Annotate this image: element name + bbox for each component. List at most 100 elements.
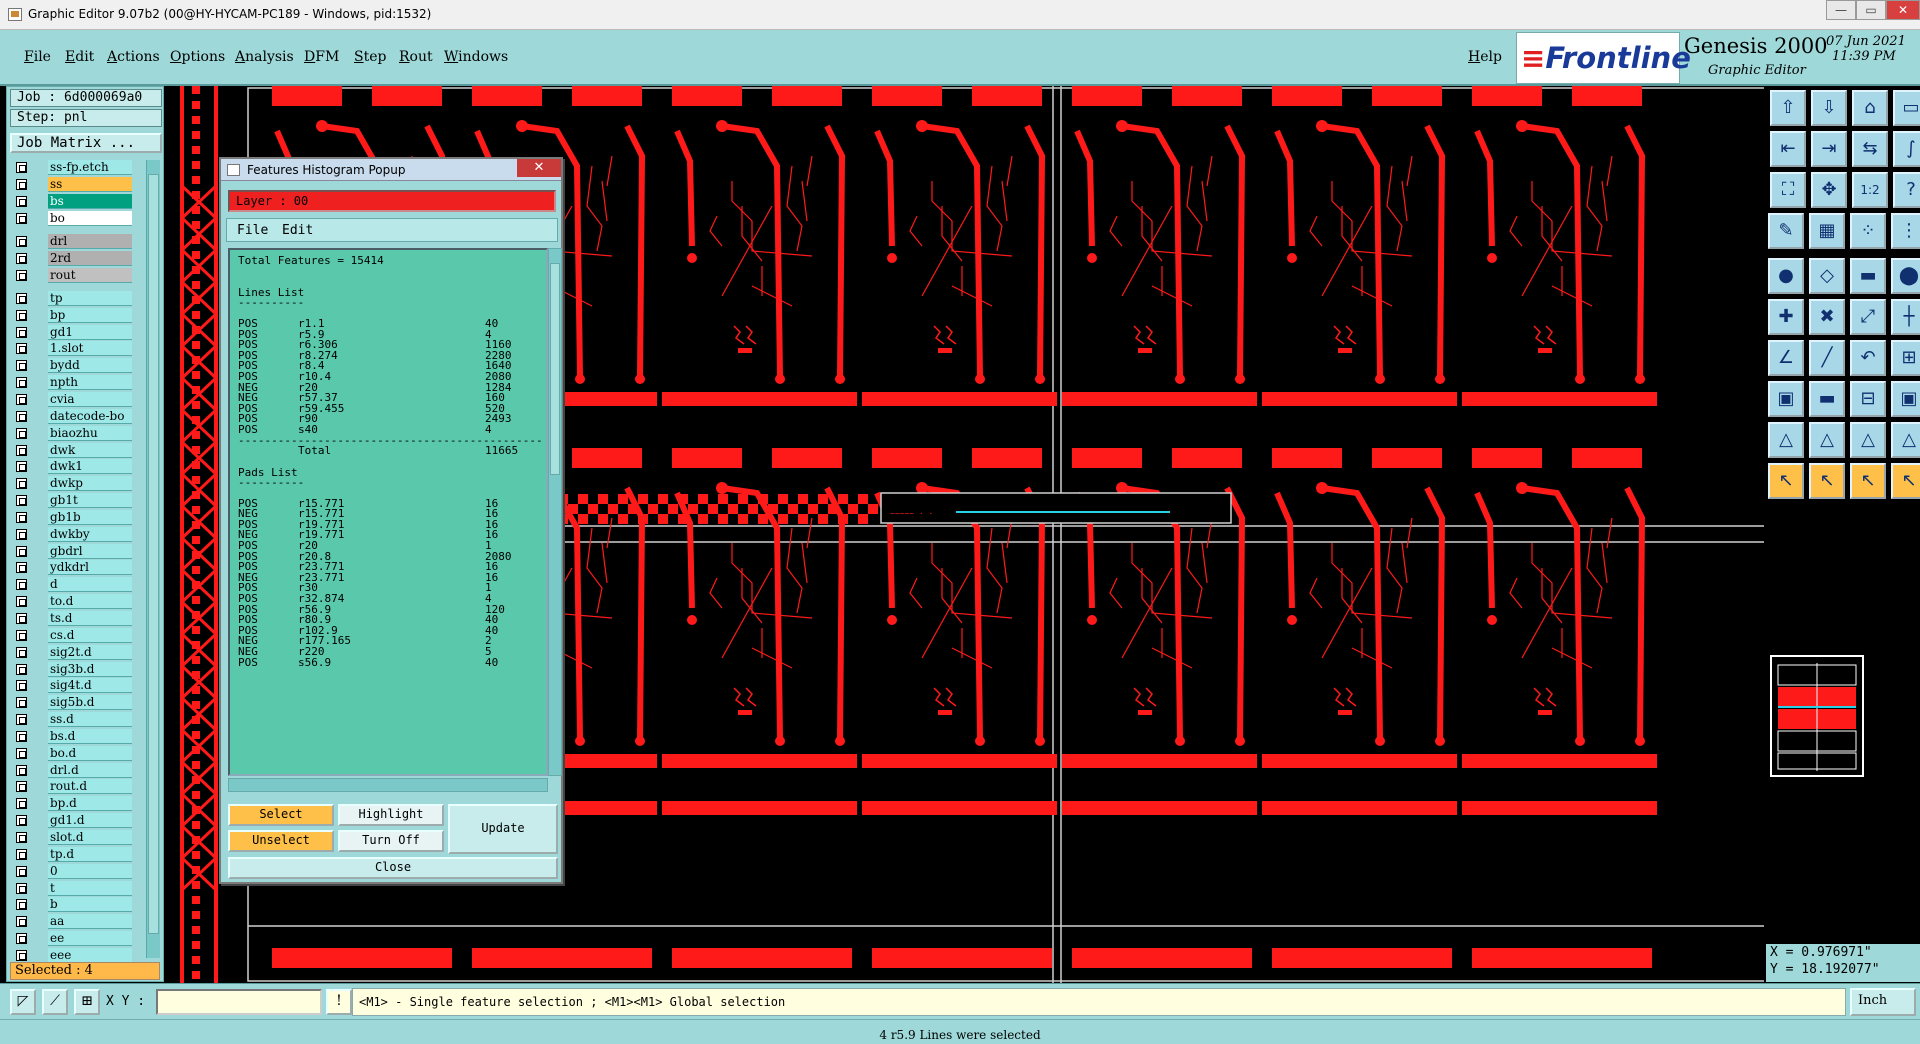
layer-checkbox[interactable] [16, 697, 27, 709]
layer-name[interactable]: t [48, 880, 132, 896]
tool-button[interactable]: ∫ [1893, 131, 1920, 167]
layer-row[interactable]: sig4t.d [12, 678, 134, 694]
turn-off-button[interactable]: Turn Off [338, 830, 444, 852]
layer-name[interactable]: bp.d [48, 796, 132, 812]
tool-button[interactable]: ⬤ [1891, 258, 1920, 294]
scroll-thumb[interactable] [148, 174, 159, 934]
layer-name[interactable]: npth [48, 375, 132, 391]
layer-checkbox[interactable] [16, 545, 27, 557]
layer-row[interactable]: gbdrl [12, 543, 134, 559]
zoom-window-icon[interactable]: ◸ [10, 989, 36, 1015]
layer-checkbox[interactable] [16, 309, 27, 321]
layer-checkbox[interactable] [16, 899, 27, 911]
tool-button[interactable]: ✚ [1768, 299, 1804, 335]
layer-name[interactable]: ts.d [48, 611, 132, 626]
menu-dfm[interactable]: DFM [304, 49, 339, 65]
layer-name[interactable]: datecode-bo [48, 408, 132, 424]
layer-checkbox[interactable] [16, 478, 27, 490]
layer-checkbox[interactable] [16, 212, 27, 224]
tool-button[interactable]: ⇥ [1811, 131, 1847, 167]
tool-button[interactable]: ✥ [1811, 172, 1847, 208]
layer-row[interactable]: datecode-bo [12, 408, 134, 424]
layer-name[interactable]: ss [48, 176, 132, 192]
layer-name[interactable]: bo [48, 210, 132, 226]
layer-row[interactable]: ydkdrl [12, 560, 134, 576]
panel-overview-map[interactable] [1770, 655, 1864, 777]
layer-name[interactable]: bydd [48, 358, 132, 374]
tool-button[interactable]: ⊟ [1850, 381, 1886, 417]
tool-button[interactable]: ∠ [1768, 340, 1804, 376]
layer-checkbox[interactable] [16, 798, 27, 810]
menu-analysis[interactable]: Analysis [235, 49, 294, 65]
popup-menu-edit[interactable]: Edit [282, 223, 313, 238]
menu-windows[interactable]: Windows [444, 49, 508, 65]
layer-row[interactable]: sig5b.d [12, 695, 134, 711]
layer-checkbox[interactable] [16, 178, 27, 190]
tool-button[interactable]: ↖ [1891, 463, 1920, 499]
layer-name[interactable]: 2rd [48, 250, 132, 266]
layer-row[interactable]: bydd [12, 358, 134, 374]
layer-row[interactable]: ss [12, 176, 134, 192]
tool-button[interactable]: ▦ [1809, 213, 1845, 249]
layer-name[interactable]: to.d [48, 594, 132, 610]
maximize-button[interactable]: ▭ [1856, 0, 1886, 20]
menu-options[interactable]: Options [170, 49, 225, 65]
layer-name[interactable]: drl.d [48, 762, 132, 778]
layer-row[interactable]: sig2t.d [12, 644, 134, 660]
scroll-thumb[interactable] [550, 263, 560, 475]
layer-checkbox[interactable] [16, 562, 27, 574]
layer-row[interactable]: cs.d [12, 627, 134, 643]
histogram-horizontal-scrollbar[interactable] [228, 778, 548, 792]
layer-row[interactable]: bo [12, 210, 134, 226]
popup-title-bar[interactable]: Features Histogram Popup [221, 159, 561, 181]
layer-name[interactable]: gbdrl [48, 543, 132, 559]
menu-edit[interactable]: Edit [65, 49, 94, 65]
layer-name[interactable]: gd1 [48, 324, 132, 340]
layer-checkbox[interactable] [16, 933, 27, 945]
layer-checkbox[interactable] [16, 393, 27, 405]
popup-menu-file[interactable]: File [237, 223, 268, 238]
measure-icon[interactable]: ⟋ [42, 989, 68, 1015]
tool-button[interactable]: ┼ [1891, 299, 1920, 335]
layer-checkbox[interactable] [16, 848, 27, 860]
layer-row[interactable]: tp.d [12, 846, 134, 862]
layer-checkbox[interactable] [16, 326, 27, 338]
tool-button[interactable]: ▬ [1809, 381, 1845, 417]
layer-name[interactable]: tp.d [48, 846, 132, 862]
layer-name[interactable]: eee [48, 947, 132, 963]
tool-button[interactable]: ⇆ [1852, 131, 1888, 167]
layer-name[interactable]: sig4t.d [48, 678, 132, 694]
layer-checkbox[interactable] [16, 629, 27, 641]
alert-icon[interactable]: ! [326, 989, 352, 1015]
layer-row[interactable]: ss.d [12, 712, 134, 728]
layer-checkbox[interactable] [16, 781, 27, 793]
layer-row[interactable]: biaozhu [12, 425, 134, 441]
layer-row[interactable]: 0 [12, 863, 134, 879]
layer-row[interactable]: gd1.d [12, 813, 134, 829]
tool-button[interactable]: ╱ [1809, 340, 1845, 376]
layer-checkbox[interactable] [16, 764, 27, 776]
layer-name[interactable]: dwk1 [48, 459, 132, 475]
tool-button[interactable]: ⌂ [1852, 90, 1888, 126]
layer-checkbox[interactable] [16, 410, 27, 422]
layer-checkbox[interactable] [16, 916, 27, 928]
layer-checkbox[interactable] [16, 444, 27, 456]
layer-name[interactable]: bo.d [48, 745, 132, 761]
layer-row[interactable]: sig3b.d [12, 661, 134, 677]
tool-button[interactable]: △ [1891, 422, 1920, 458]
layer-row[interactable]: to.d [12, 594, 134, 610]
layer-row[interactable]: bp.d [12, 796, 134, 812]
layer-row[interactable]: drl [12, 233, 134, 249]
layer-row[interactable]: slot.d [12, 830, 134, 846]
layer-checkbox[interactable] [16, 680, 27, 692]
layer-checkbox[interactable] [16, 646, 27, 658]
tool-button[interactable]: ⇩ [1811, 90, 1847, 126]
tool-button[interactable]: ◇ [1809, 258, 1845, 294]
tool-button[interactable]: ⛶ [1770, 172, 1806, 208]
tool-button[interactable]: ✎ [1768, 213, 1804, 249]
layer-row[interactable]: eee [12, 947, 134, 963]
layer-row[interactable]: drl.d [12, 762, 134, 778]
layer-checkbox[interactable] [16, 252, 27, 264]
minimize-button[interactable]: — [1826, 0, 1856, 20]
layer-row[interactable]: rout.d [12, 779, 134, 795]
